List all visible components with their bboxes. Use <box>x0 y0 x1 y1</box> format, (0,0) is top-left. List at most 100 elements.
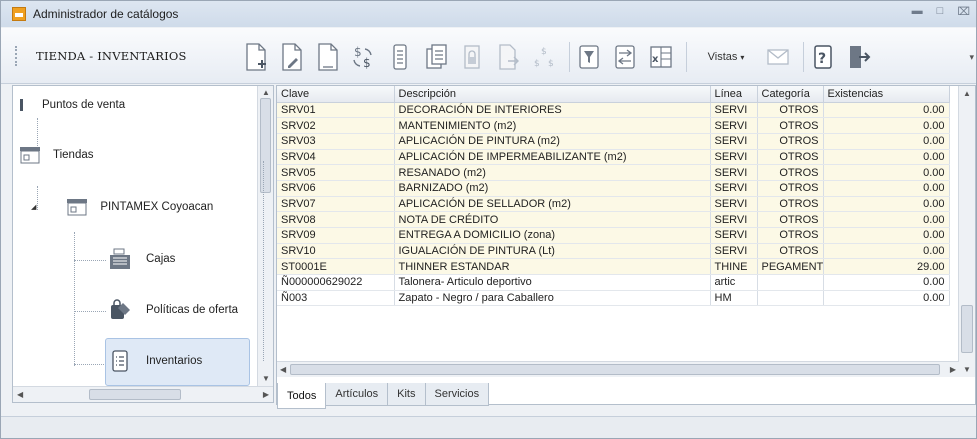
table-row[interactable]: ST0001E THINNER ESTANDAR THINE PEGAMENT 29.0… <box>277 258 950 276</box>
scrollbar-thumb[interactable] <box>89 389 181 400</box>
tree-item-inventarios[interactable]: Inventarios <box>108 350 202 372</box>
column-header-categoria[interactable]: Categoría <box>757 86 824 103</box>
help-icon[interactable]: ? <box>808 40 838 74</box>
cell-categoria[interactable]: PEGAMENT <box>757 258 824 276</box>
scrollbar-thumb[interactable] <box>961 305 973 353</box>
scroll-up-icon[interactable]: ▲ <box>963 89 971 98</box>
cell-categoria[interactable]: OTROS <box>757 117 824 134</box>
tree-item-tiendas[interactable]: Tiendas <box>19 146 94 164</box>
cell-descripcion[interactable]: THINNER ESTANDAR <box>394 258 711 276</box>
cell-existencias[interactable]: 0.00 <box>823 117 950 134</box>
table-row[interactable]: SRV03 APLICACIÓN DE PINTURA (m2) SERVI OTRO… <box>277 133 950 150</box>
cell-clave[interactable]: Ñ003 <box>277 290 395 307</box>
toolbar-overflow-icon[interactable]: ▾ <box>969 52 974 63</box>
table-row[interactable]: SRV08 NOTA DE CRÉDITO SERVI OTROS 0.00 <box>277 211 950 228</box>
cell-categoria[interactable]: OTROS <box>757 164 824 181</box>
cell-linea[interactable]: HM <box>710 290 758 307</box>
cell-clave[interactable]: SRV08 <box>277 211 395 228</box>
cell-existencias[interactable]: 0.00 <box>823 133 950 150</box>
table-row[interactable]: SRV10 IGUALACIÓN DE PINTURA (Lt) SERVI OTRO… <box>277 243 950 260</box>
cell-clave[interactable]: SRV10 <box>277 243 395 260</box>
cell-clave[interactable]: SRV06 <box>277 180 395 197</box>
cell-existencias[interactable]: 0.00 <box>823 227 950 244</box>
cell-descripcion[interactable]: MANTENIMIENTO (m2) <box>394 117 711 134</box>
cell-descripcion[interactable]: Talonera- Articulo deportivo <box>394 274 711 291</box>
cell-existencias[interactable]: 0.00 <box>823 290 950 307</box>
cell-categoria[interactable] <box>757 290 824 307</box>
price-change-icon[interactable]: $ $ <box>349 40 379 74</box>
cell-existencias[interactable]: 0.00 <box>823 274 950 291</box>
scroll-right-icon[interactable]: ▶ <box>263 390 269 399</box>
scroll-right-icon[interactable]: ▶ <box>950 365 956 374</box>
table-row[interactable]: SRV04 APLICACIÓN DE IMPERMEABILIZANTE (m2… <box>277 149 950 166</box>
export-document-icon[interactable] <box>493 40 523 74</box>
collapse-arrow-icon[interactable]: ◢ <box>31 203 36 211</box>
exit-icon[interactable] <box>844 40 874 74</box>
scroll-up-icon[interactable]: ▲ <box>262 88 270 97</box>
edit-document-icon[interactable] <box>277 40 307 74</box>
cell-clave[interactable]: ST0001E <box>277 258 395 276</box>
cell-linea[interactable]: SERVI <box>710 227 758 244</box>
column-header-clave[interactable]: Clave <box>277 86 395 103</box>
grid-vertical-scrollbar[interactable]: ▲ ▼ <box>958 86 975 377</box>
table-row[interactable]: SRV02 MANTENIMIENTO (m2) SERVI OTROS 0.00 <box>277 117 950 134</box>
cell-existencias[interactable]: 0.00 <box>823 180 950 197</box>
cell-linea[interactable]: SERVI <box>710 180 758 197</box>
tree-item-cajas[interactable]: Cajas <box>108 248 175 270</box>
cell-descripcion[interactable]: APLICACIÓN DE PINTURA (m2) <box>394 133 711 150</box>
currency-document-icon[interactable]: $ $ $ <box>529 40 559 74</box>
cell-descripcion[interactable]: ENTREGA A DOMICILIO (zona) <box>394 227 711 244</box>
cell-linea[interactable]: SERVI <box>710 102 758 119</box>
cell-categoria[interactable]: OTROS <box>757 227 824 244</box>
mail-icon[interactable] <box>763 40 793 74</box>
cell-descripcion[interactable]: BARNIZADO (m2) <box>394 180 711 197</box>
cell-clave[interactable]: Ñ000000629022 <box>277 274 395 291</box>
cell-clave[interactable]: SRV09 <box>277 227 395 244</box>
scroll-left-icon[interactable]: ◀ <box>280 365 286 374</box>
vistas-dropdown[interactable]: Vistas ▾ <box>697 42 755 72</box>
table-row[interactable]: SRV06 BARNIZADO (m2) SERVI OTROS 0.00 <box>277 180 950 197</box>
scrollbar-thumb[interactable] <box>290 364 940 375</box>
table-row[interactable]: Ñ003 Zapato - Negro / para Caballero HM 0.0… <box>277 290 950 307</box>
cell-linea[interactable]: artic <box>710 274 758 291</box>
close-icon[interactable]: ⌧ <box>957 5 970 18</box>
tree-horizontal-scrollbar[interactable]: ◀ ▶ <box>13 386 273 402</box>
cell-categoria[interactable]: OTROS <box>757 180 824 197</box>
minimize-icon[interactable]: ▬ <box>912 5 923 18</box>
blank-document-icon[interactable] <box>313 40 343 74</box>
cell-descripcion[interactable]: NOTA DE CRÉDITO <box>394 211 711 228</box>
cell-existencias[interactable]: 0.00 <box>823 196 950 213</box>
transfer-icon[interactable] <box>610 40 640 74</box>
cell-categoria[interactable]: OTROS <box>757 211 824 228</box>
cell-linea[interactable]: SERVI <box>710 149 758 166</box>
cell-linea[interactable]: SERVI <box>710 117 758 134</box>
filter-icon[interactable] <box>574 40 604 74</box>
scroll-down-icon[interactable]: ▼ <box>963 365 971 374</box>
tree-item-politicas-de-oferta[interactable]: Políticas de oferta <box>108 299 238 321</box>
copy-document-icon[interactable] <box>421 40 451 74</box>
tab-kits[interactable]: Kits <box>387 383 426 406</box>
table-row[interactable]: SRV09 ENTREGA A DOMICILIO (zona) SERVI OTRO… <box>277 227 950 244</box>
cell-descripcion[interactable]: IGUALACIÓN DE PINTURA (Lt) <box>394 243 711 260</box>
cell-linea[interactable]: SERVI <box>710 164 758 181</box>
tree-item-puntos-de-venta[interactable]: Puntos de venta <box>18 98 125 112</box>
cell-categoria[interactable]: OTROS <box>757 133 824 150</box>
new-document-icon[interactable] <box>241 40 271 74</box>
locked-document-icon[interactable] <box>457 40 487 74</box>
tab-todos[interactable]: Todos <box>277 383 327 409</box>
cell-clave[interactable]: SRV02 <box>277 117 395 134</box>
cell-linea[interactable]: SERVI <box>710 196 758 213</box>
cell-categoria[interactable]: OTROS <box>757 243 824 260</box>
cell-clave[interactable]: SRV03 <box>277 133 395 150</box>
cell-clave[interactable]: SRV01 <box>277 102 395 119</box>
cell-categoria[interactable]: OTROS <box>757 196 824 213</box>
cell-descripcion[interactable]: DECORACIÓN DE INTERIORES <box>394 102 711 119</box>
cell-clave[interactable]: SRV07 <box>277 196 395 213</box>
scroll-left-icon[interactable]: ◀ <box>17 390 23 399</box>
column-header-descripcion[interactable]: Descripción <box>394 86 711 103</box>
cell-linea[interactable]: THINE <box>710 258 758 276</box>
cell-existencias[interactable]: 0.00 <box>823 102 950 119</box>
calculator-document-icon[interactable] <box>385 40 415 74</box>
restore-icon[interactable]: □ <box>937 5 944 18</box>
panel-splitter[interactable] <box>263 161 266 361</box>
